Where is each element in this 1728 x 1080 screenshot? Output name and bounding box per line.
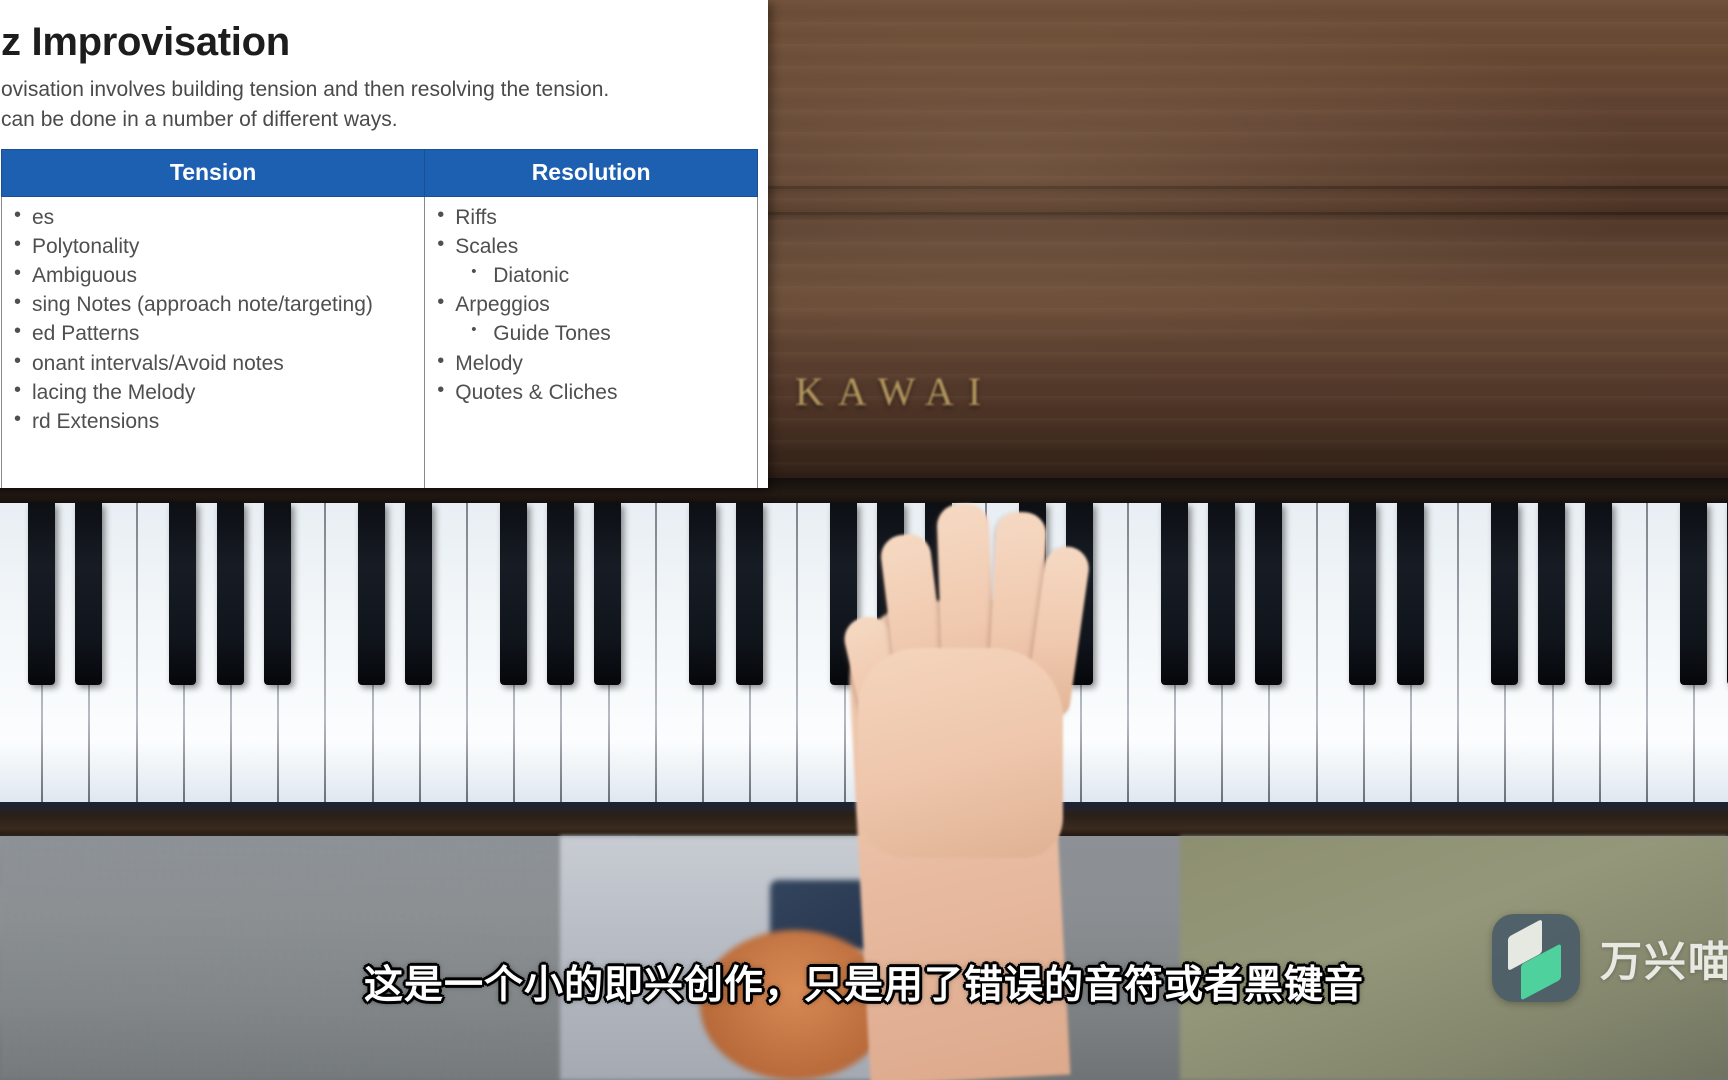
black-key — [263, 503, 291, 685]
resolution-list-item: Guide Tones — [435, 319, 747, 348]
table-header-row: Tension Resolution — [0, 148, 758, 197]
white-key-separator — [1646, 503, 1648, 808]
tension-list-item: Ambiguous — [12, 260, 414, 290]
tension-cell: esPolytonalityAmbiguoussing Notes (appro… — [0, 195, 426, 488]
tension-list-item: sing Notes (approach note/targeting) — [12, 289, 414, 319]
white-key-separator — [1315, 503, 1318, 808]
column-header-tension: Tension — [0, 148, 426, 197]
black-key — [688, 503, 716, 685]
player-hand — [840, 498, 1092, 858]
resolution-list-item: Arpeggios — [435, 289, 747, 319]
slide-lead-line-2: can be done in a number of different way… — [1, 107, 398, 131]
resolution-bullet-list: RiffsScalesDiatonicArpeggiosGuide TonesM… — [435, 202, 747, 407]
tension-list-item: lacing the Melody — [12, 377, 414, 407]
white-key-separator — [135, 503, 138, 808]
resolution-list-item: Diatonic — [435, 261, 747, 290]
black-key — [1349, 503, 1377, 685]
tension-list-item: Polytonality — [12, 231, 414, 261]
white-key-separator — [1457, 503, 1460, 808]
resolution-list-item: Riffs — [435, 202, 747, 232]
editor-watermark: 万兴喵 — [1492, 914, 1728, 1002]
black-key — [1490, 503, 1518, 685]
black-key — [594, 503, 622, 685]
resolution-list-item: Melody — [435, 348, 747, 378]
white-key-separator — [466, 503, 468, 808]
presentation-slide-overlay: z Improvisation ovisation involves build… — [0, 0, 768, 488]
tension-resolution-table: Tension Resolution esPolytonalityAmbiguo… — [0, 148, 758, 488]
white-key-separator — [654, 503, 657, 808]
resolution-cell: RiffsScalesDiatonicArpeggiosGuide TonesM… — [424, 195, 758, 488]
slide-lead-paragraph: ovisation involves building tension and … — [1, 75, 741, 135]
tension-bullet-list: esPolytonalityAmbiguoussing Notes (appro… — [12, 202, 414, 437]
black-key — [216, 503, 244, 685]
black-key — [358, 503, 386, 685]
black-key — [1207, 503, 1235, 685]
white-key-separator — [324, 503, 327, 808]
black-key — [1396, 503, 1424, 685]
black-key — [1679, 503, 1707, 685]
black-key — [1160, 503, 1188, 685]
black-key — [1538, 503, 1566, 685]
kawai-brand-logo: KAWAI — [795, 369, 996, 414]
tension-list-item: rd Extensions — [12, 406, 414, 436]
resolution-list-item: Scales — [435, 231, 747, 261]
tension-list-item: es — [12, 202, 414, 232]
black-key — [1254, 503, 1282, 685]
slide-lead-line-1: ovisation involves building tension and … — [1, 78, 610, 101]
table-body-row: esPolytonalityAmbiguoussing Notes (appro… — [0, 195, 758, 488]
black-key — [27, 503, 55, 685]
white-key-separator — [796, 503, 799, 808]
black-key — [546, 503, 574, 685]
resolution-list-item: Quotes & Cliches — [435, 377, 747, 407]
column-header-resolution: Resolution — [424, 148, 758, 197]
black-key — [499, 503, 527, 685]
video-frame: KAWAI z Improvisation ovisation involves… — [0, 0, 1728, 1080]
tension-list-item: ed Patterns — [12, 318, 414, 348]
video-subtitle: 这是一个小的即兴创作，只是用了错误的音符或者黑键音 — [363, 964, 1364, 1007]
white-key-separator — [1126, 503, 1129, 808]
black-key — [735, 503, 763, 685]
filmora-logo-icon — [1492, 914, 1580, 1002]
tension-list-item: onant intervals/Avoid notes — [12, 348, 414, 378]
black-key — [1585, 503, 1613, 685]
black-key — [405, 503, 433, 685]
black-key — [74, 503, 102, 685]
watermark-label: 万兴喵 — [1600, 937, 1728, 985]
slide-title: z Improvisation — [1, 20, 290, 64]
palm — [858, 648, 1063, 858]
black-key — [169, 503, 197, 685]
